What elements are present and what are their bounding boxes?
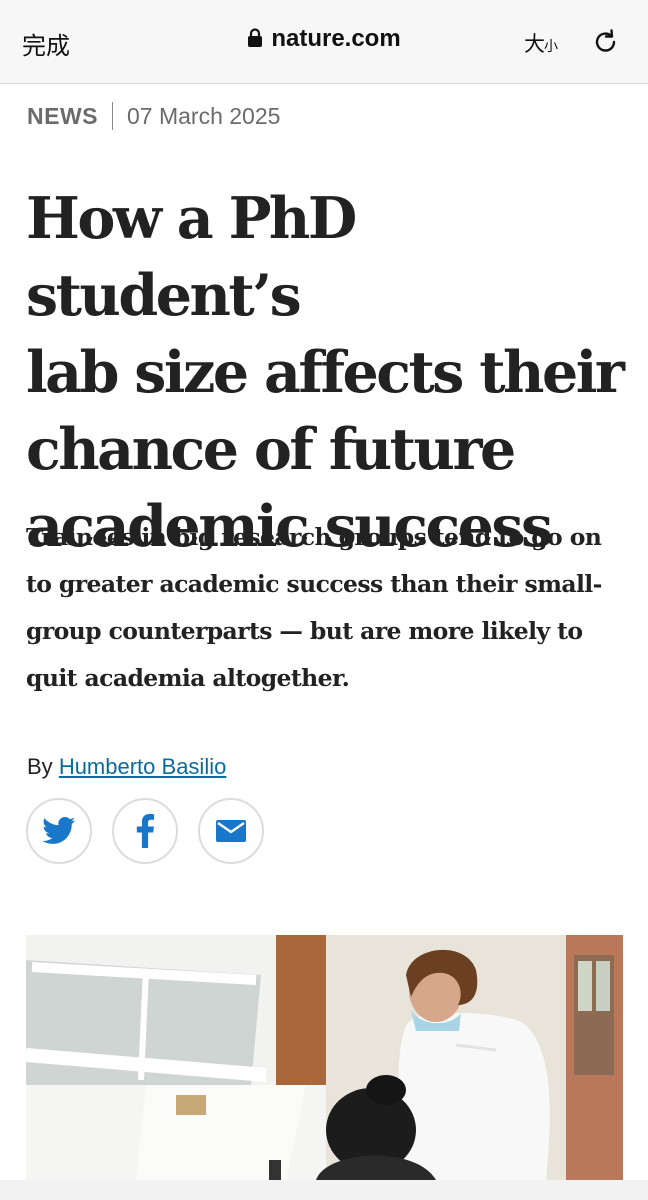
standfirst-line: group counterparts — but are more likely… [26, 617, 583, 645]
byline-prefix: By [27, 754, 53, 779]
browser-toolbar: 完成 nature.com 大小 [0, 0, 648, 84]
article-meta: NEWS 07 March 2025 [27, 101, 280, 131]
url-text: nature.com [271, 25, 401, 52]
article-date: 07 March 2025 [127, 102, 281, 129]
reload-icon[interactable] [592, 28, 620, 56]
share-buttons [26, 798, 264, 864]
meta-divider [112, 102, 113, 130]
text-size-big: 大 [524, 32, 545, 56]
author-link[interactable]: Humberto Basilio [59, 754, 227, 779]
headline-line: chance of future [26, 416, 516, 483]
lock-icon [248, 28, 263, 47]
twitter-icon [42, 817, 76, 844]
share-facebook-button[interactable] [112, 798, 178, 864]
article-standfirst: Trainees in big research groups tend to … [26, 514, 626, 702]
share-twitter-button[interactable] [26, 798, 92, 864]
article-headline: How a PhD student’s lab size affects the… [26, 180, 626, 565]
email-icon [216, 820, 246, 842]
bottom-edge [0, 1180, 648, 1200]
lead-photo [26, 935, 623, 1180]
headline-line: How a PhD student’s [26, 185, 357, 329]
facebook-icon [136, 814, 155, 848]
headline-line: lab size affects their [26, 339, 625, 406]
byline: By Humberto Basilio [27, 754, 226, 780]
lab-photo-illustration [26, 935, 623, 1180]
standfirst-line: Trainees in big research groups tend to … [26, 523, 602, 551]
standfirst-line: to greater academic success than their s… [26, 570, 602, 598]
text-size-button[interactable]: 大小 [524, 28, 558, 58]
article-type: NEWS [27, 102, 98, 129]
share-email-button[interactable] [198, 798, 264, 864]
standfirst-line: quit academia altogether. [26, 664, 350, 692]
text-size-small: 小 [544, 39, 558, 55]
